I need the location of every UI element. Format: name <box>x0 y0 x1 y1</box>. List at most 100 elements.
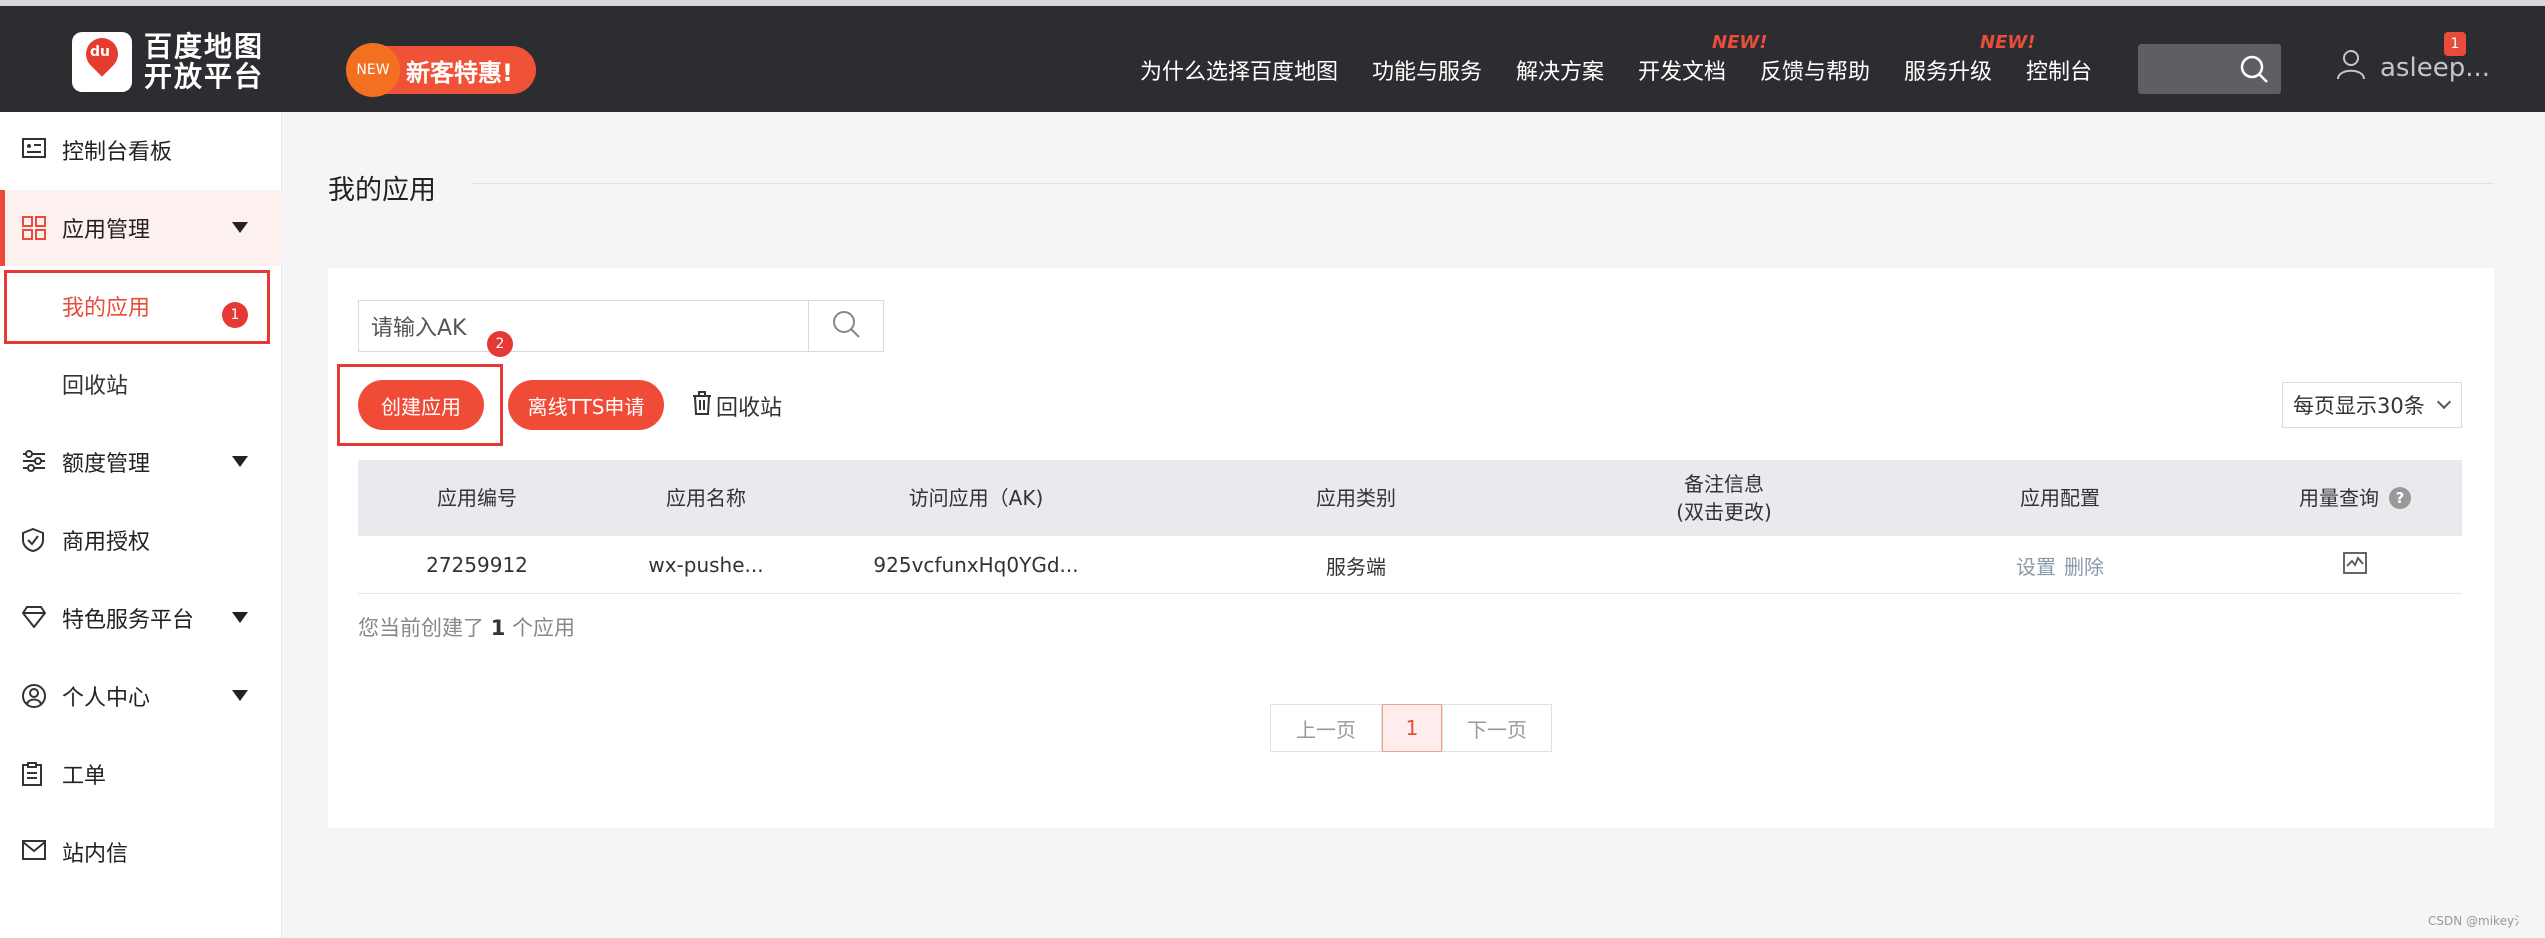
sidebar-item-ticket[interactable]: 工单 <box>0 736 282 812</box>
pagination-next[interactable]: 下一页 <box>1442 704 1552 752</box>
annotation-badge-1: 1 <box>222 302 248 328</box>
nav-why-baidu-map[interactable]: 为什么选择百度地图 <box>1140 54 1338 86</box>
nav-new-tag: NEW! <box>1980 32 2036 53</box>
annotation-badge-2: 2 <box>487 331 513 357</box>
nav-service-upgrade[interactable]: 服务升级 <box>1904 54 1992 86</box>
sidebar: 控制台看板 应用管理 我的应用 回收站 额度管理 商用授权 特色服务平台 个人中… <box>0 112 282 938</box>
summary-count: 1 <box>490 616 506 640</box>
help-icon[interactable]: ? <box>2389 487 2411 509</box>
sidebar-item-label: 应用管理 <box>62 218 151 243</box>
sidebar-item-recycle-bin[interactable]: 回收站 <box>0 346 282 422</box>
sidebar-item-inbox[interactable]: 站内信 <box>0 814 282 890</box>
user-menu[interactable]: asleep... <box>2336 48 2490 87</box>
per-page-select[interactable]: 每页显示30条 <box>2282 382 2462 428</box>
apps-count-summary: 您当前创建了 1 个应用 <box>358 612 575 642</box>
nav-console[interactable]: 控制台 <box>2026 54 2092 86</box>
col-usage-query: 用量查询 ? <box>2248 460 2462 536</box>
offline-tts-apply-button[interactable]: 离线TTS申请 <box>508 380 664 430</box>
new-customer-promo[interactable]: NEW 新客特惠! <box>346 43 536 97</box>
nav-feedback-help[interactable]: 反馈与帮助 <box>1760 54 1870 86</box>
sidebar-item-label: 个人中心 <box>62 686 151 711</box>
sidebar-item-featured-services[interactable]: 特色服务平台 <box>0 580 282 656</box>
clipboard-icon <box>22 762 42 792</box>
header-search-box[interactable] <box>2138 44 2281 94</box>
logo-line-2: 开放平台 <box>144 60 265 93</box>
recycle-bin-link[interactable]: 回收站 <box>692 390 782 422</box>
ak-search-input[interactable]: 请输入AK <box>358 300 808 352</box>
grid-icon <box>22 216 46 246</box>
chevron-down-icon <box>232 612 248 623</box>
user-circle-icon <box>22 684 46 714</box>
username: asleep... <box>2380 52 2490 83</box>
sidebar-item-label: 额度管理 <box>62 452 151 477</box>
notification-badge[interactable]: 1 <box>2444 32 2466 56</box>
nav-new-tag: NEW! <box>1712 32 1768 53</box>
mail-icon <box>22 840 46 866</box>
page-title: 我的应用 <box>328 175 436 206</box>
logo-mark-icon: du <box>72 31 132 92</box>
search-icon[interactable] <box>2239 54 2269 88</box>
cell-app-type: 服务端 <box>1326 554 1386 579</box>
trash-icon <box>692 391 712 421</box>
col-app-type: 应用类别 <box>1316 486 1396 510</box>
cell-usage-query <box>2248 536 2462 594</box>
logo-line-1: 百度地图 <box>144 30 265 63</box>
shield-check-icon <box>22 527 44 558</box>
chevron-down-icon <box>232 456 248 467</box>
settings-link[interactable]: 设置 <box>2016 551 2056 580</box>
summary-suffix: 个应用 <box>512 616 575 640</box>
table-row: 27259912 wx-pushe... 925vcfunxHq0YGd... … <box>358 536 2462 594</box>
sidebar-item-quota-management[interactable]: 额度管理 <box>0 424 282 500</box>
user-icon <box>2336 48 2366 87</box>
sidebar-item-app-management[interactable]: 应用管理 <box>0 190 282 266</box>
sidebar-item-label: 站内信 <box>62 842 129 867</box>
cell-app-config: 设置 删除 <box>1872 536 2248 594</box>
nav-dev-docs[interactable]: 开发文档 <box>1638 54 1726 86</box>
per-page-value: 每页显示30条 <box>2293 394 2425 418</box>
col-app-name: 应用名称 <box>666 486 746 510</box>
delete-link[interactable]: 删除 <box>2064 551 2104 580</box>
sidebar-item-commercial-license[interactable]: 商用授权 <box>0 502 282 578</box>
top-navbar: du 百度地图 开放平台 NEW 新客特惠! 为什么选择百度地图 功能与服务 解… <box>0 0 2545 112</box>
sliders-icon <box>22 450 46 478</box>
pagination-current[interactable]: 1 <box>1382 704 1442 752</box>
sidebar-item-label: 回收站 <box>62 374 129 399</box>
chevron-down-icon <box>232 222 248 233</box>
sidebar-item-personal-center[interactable]: 个人中心 <box>0 658 282 734</box>
sidebar-item-console-dashboard[interactable]: 控制台看板 <box>0 112 282 188</box>
promo-new-badge: NEW <box>346 43 400 97</box>
search-icon <box>831 309 861 343</box>
nav-features-services[interactable]: 功能与服务 <box>1372 54 1482 86</box>
nav-solutions[interactable]: 解决方案 <box>1516 54 1604 86</box>
cell-app-id: 27259912 <box>426 553 528 577</box>
promo-text: 新客特惠! <box>406 58 513 87</box>
col-notes: 备注信息 (双击更改) <box>1576 460 1872 536</box>
title-divider <box>472 183 2494 184</box>
summary-prefix: 您当前创建了 <box>358 616 484 640</box>
diamond-icon <box>21 606 47 634</box>
cell-ak: 925vcfunxHq0YGd... <box>873 553 1079 577</box>
dashboard-card-icon <box>22 138 46 164</box>
col-usage-query-label: 用量查询 <box>2299 486 2379 510</box>
chevron-down-icon <box>2436 394 2452 410</box>
col-ak: 访问应用（AK) <box>908 486 1044 510</box>
pagination-prev[interactable]: 上一页 <box>1270 704 1382 752</box>
col-app-config: 应用配置 <box>2020 486 2100 510</box>
create-app-button[interactable]: 创建应用 <box>358 380 484 430</box>
col-notes-hint: (双击更改) <box>1676 500 1772 524</box>
col-app-id: 应用编号 <box>437 486 517 510</box>
sidebar-item-label: 商用授权 <box>62 530 151 555</box>
col-notes-label: 备注信息 <box>1684 472 1764 496</box>
table-header: 应用编号 应用名称 访问应用（AK) 应用类别 备注信息 (双击更改) 应用配置… <box>358 460 2462 536</box>
sidebar-item-label: 特色服务平台 <box>62 608 195 633</box>
cell-app-name: wx-pushe... <box>648 553 764 577</box>
ak-search-button[interactable] <box>808 300 884 352</box>
baidu-map-logo[interactable]: du 百度地图 开放平台 <box>72 30 265 93</box>
recycle-bin-label: 回收站 <box>716 396 783 421</box>
watermark: CSDN @mikey氵 <box>2428 914 2527 928</box>
usage-chart-icon[interactable] <box>2343 551 2367 579</box>
sidebar-item-label: 控制台看板 <box>62 140 173 165</box>
sidebar-item-label: 工单 <box>62 764 107 789</box>
chevron-down-icon <box>232 690 248 701</box>
cell-notes[interactable] <box>1576 536 1872 594</box>
